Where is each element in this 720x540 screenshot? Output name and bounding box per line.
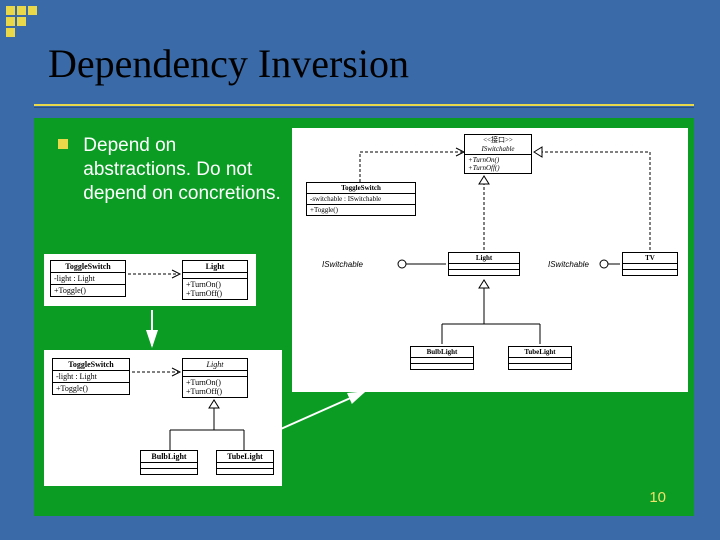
uml-op: +Toggle() xyxy=(53,382,129,394)
uml-class-name: Light xyxy=(449,253,519,263)
title-rule-shadow xyxy=(34,107,694,108)
bullet-marker-icon xyxy=(58,139,68,149)
bullet-text: Depend on abstractions. Do not depend on… xyxy=(83,134,283,205)
uml-bulblight: BulbLight xyxy=(410,346,474,370)
page-title: Dependency Inversion xyxy=(48,40,409,87)
uml-op: +Toggle() xyxy=(51,284,125,296)
diagram-small-top: ToggleSwitch -light : Light +Toggle() Li… xyxy=(44,254,256,306)
uml-light: Light +TurnOn() +TurnOff() xyxy=(182,358,248,398)
diagram-large: <<接口>> ISwitchable +TurnOn() +TurnOff() … xyxy=(292,128,688,392)
uml-op: +TurnOff() xyxy=(468,164,528,172)
bullet-item: Depend on abstractions. Do not depend on… xyxy=(58,134,298,205)
uml-op: +TurnOn() xyxy=(186,378,244,387)
uml-op: +TurnOff() xyxy=(186,289,244,298)
uml-iswitchable: <<接口>> ISwitchable +TurnOn() +TurnOff() xyxy=(464,134,532,174)
uml-op: +TurnOn() xyxy=(468,156,528,164)
uml-class-name: Light xyxy=(183,261,247,272)
uml-toggleswitch: ToggleSwitch -light : Light +Toggle() xyxy=(50,260,126,297)
uml-class-name: BulbLight xyxy=(141,451,197,462)
uml-class-name: TubeLight xyxy=(509,347,571,357)
uml-op: +Toggle() xyxy=(307,204,415,215)
uml-op: +TurnOff() xyxy=(186,387,244,396)
uml-bulblight: BulbLight xyxy=(140,450,198,475)
diagram-small-bottom: ToggleSwitch -light : Light +Toggle() Li… xyxy=(44,350,282,486)
uml-attr: -switchable : ISwitchable xyxy=(307,193,415,204)
uml-attr: -light : Light xyxy=(53,370,129,382)
uml-tv: TV xyxy=(622,252,678,276)
uml-class-name: ToggleSwitch xyxy=(307,183,415,193)
uml-light: Light +TurnOn() +TurnOff() xyxy=(182,260,248,300)
uml-class-name: ISwitchable xyxy=(465,145,531,154)
uml-attr: -light : Light xyxy=(51,272,125,284)
uml-toggleswitch: ToggleSwitch -light : Light +Toggle() xyxy=(52,358,130,395)
uml-tubelight: TubeLight xyxy=(216,450,274,475)
uml-class-name: TubeLight xyxy=(217,451,273,462)
uml-class-name: BulbLight xyxy=(411,347,473,357)
uml-class-name: Light xyxy=(183,359,247,370)
uml-note-label: ISwitchable xyxy=(548,260,589,269)
content-area: Depend on abstractions. Do not depend on… xyxy=(34,118,694,516)
page-number: 10 xyxy=(649,489,666,506)
uml-op: +TurnOn() xyxy=(186,280,244,289)
uml-tubelight: TubeLight xyxy=(508,346,572,370)
uml-class-name: ToggleSwitch xyxy=(53,359,129,370)
uml-light: Light xyxy=(448,252,520,276)
uml-note-label: ISwitchable xyxy=(322,260,363,269)
uml-class-name: TV xyxy=(623,253,677,263)
uml-stereotype: <<接口>> xyxy=(465,135,531,145)
uml-class-name: ToggleSwitch xyxy=(51,261,125,272)
uml-toggleswitch: ToggleSwitch -switchable : ISwitchable +… xyxy=(306,182,416,216)
title-rule xyxy=(34,104,694,106)
